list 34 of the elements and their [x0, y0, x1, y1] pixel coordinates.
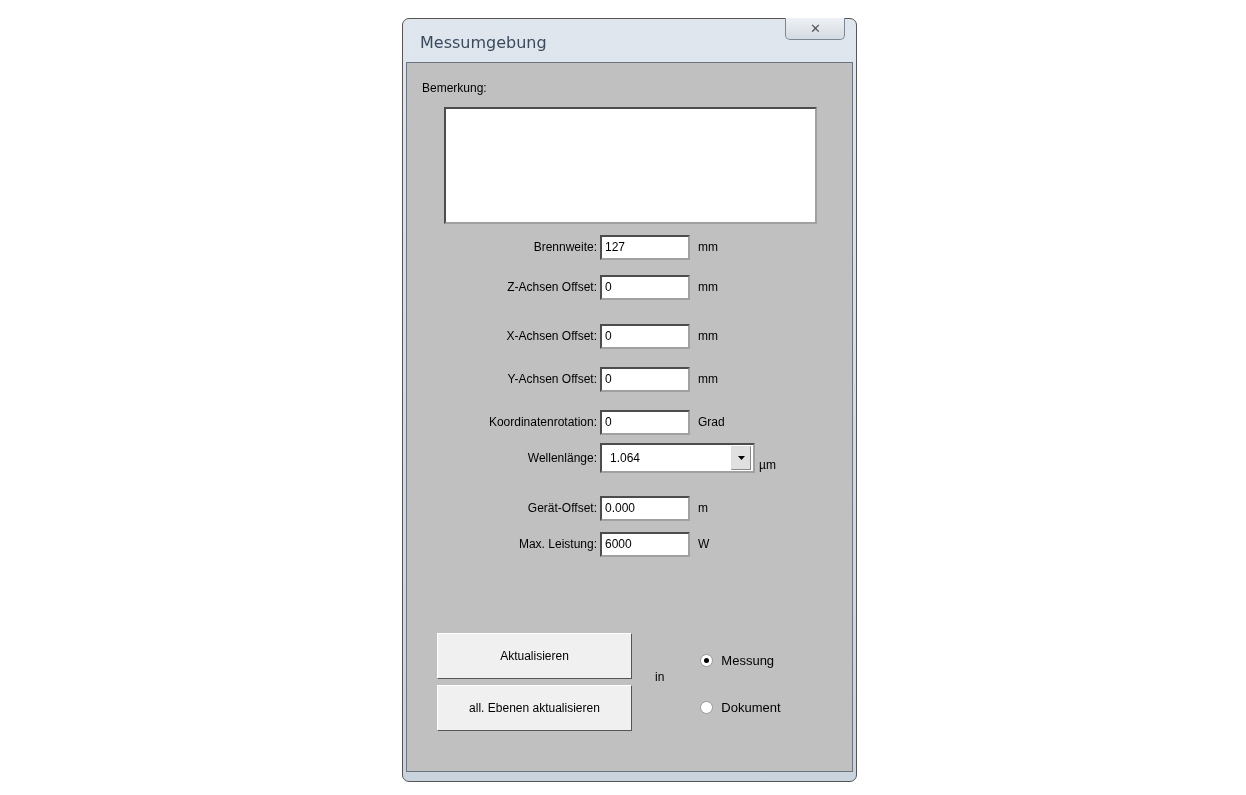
input-field[interactable]: 0 — [600, 366, 690, 392]
window-title: Messumgebung — [420, 33, 547, 52]
field-label: Z-Achsen Offset: — [506, 280, 597, 294]
update-button[interactable]: all. Ebenen aktualisieren — [437, 685, 632, 731]
remark-label: Bemerkung: — [422, 81, 488, 95]
radio-option[interactable]: Messung — [700, 653, 781, 668]
field-label: Gerät-Offset: — [526, 501, 597, 515]
unit-label: µm — [759, 458, 776, 472]
input-field[interactable]: 6000 — [600, 531, 690, 557]
field-label: Wellenlänge: — [526, 451, 597, 465]
unit-label: mm — [698, 280, 718, 294]
update-button[interactable]: Aktualisieren — [437, 633, 632, 679]
dropdown-arrow-icon — [737, 456, 745, 460]
input-field[interactable]: 0 — [600, 323, 690, 349]
field-label: Koordinatenrotation: — [487, 415, 597, 429]
input-field[interactable]: 127 — [600, 234, 690, 260]
unit-label: m — [698, 501, 708, 515]
field-label: Max. Leistung: — [517, 537, 597, 551]
field-label: X-Achsen Offset: — [505, 329, 597, 343]
unit-label: mm — [698, 329, 718, 343]
unit-label: Grad — [698, 415, 725, 429]
field-label: Brennweite: — [532, 240, 597, 254]
close-button[interactable]: ✕ — [785, 18, 845, 40]
unit-label: mm — [698, 240, 718, 254]
remark-field[interactable] — [444, 107, 817, 224]
input-field[interactable]: 0 — [600, 409, 690, 435]
radio-option[interactable]: Dokument — [700, 700, 781, 715]
input-field[interactable]: 0 — [600, 274, 690, 300]
input-field[interactable]: 0.000 — [600, 495, 690, 521]
in-label: in — [655, 670, 665, 686]
unit-label: W — [698, 537, 710, 551]
field-label: Y-Achsen Offset: — [506, 372, 597, 386]
wavelength-dropdown[interactable]: 1.064 — [600, 443, 755, 473]
unit-label: mm — [698, 372, 718, 386]
